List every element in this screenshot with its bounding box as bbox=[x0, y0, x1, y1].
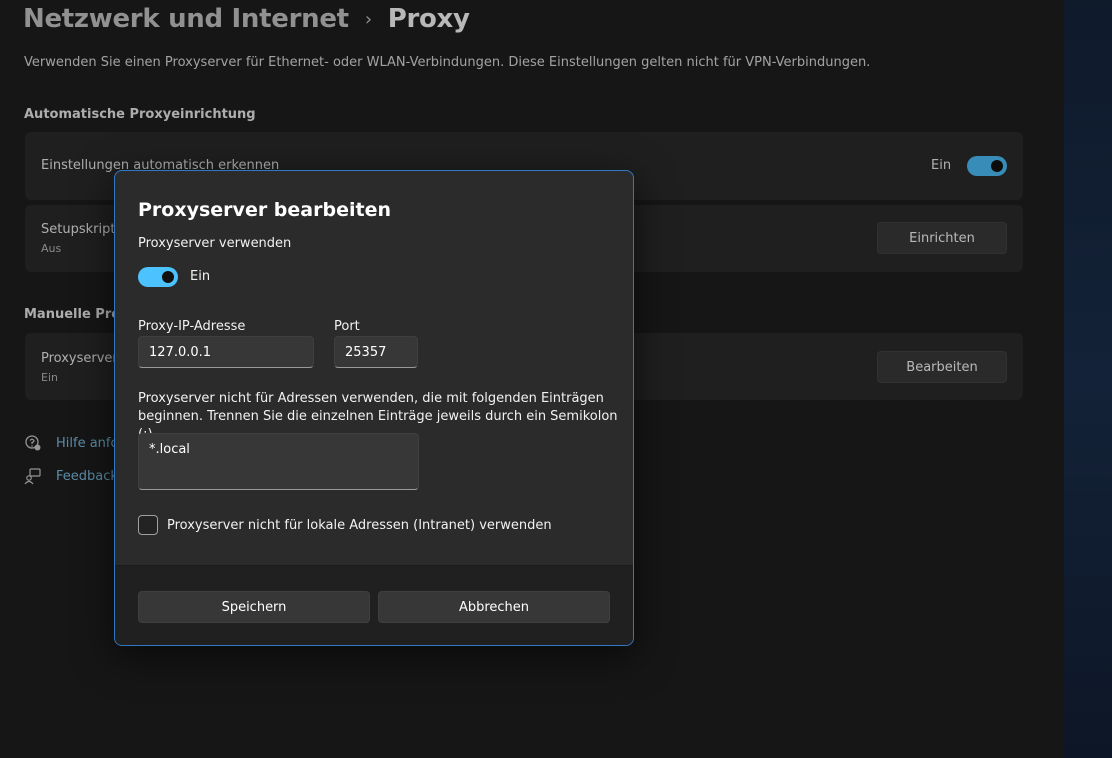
use-proxy-label: Proxyserver verwenden bbox=[138, 236, 292, 251]
port-label: Port bbox=[334, 319, 360, 334]
manual-proxy-status: Ein bbox=[41, 371, 58, 384]
toggle-knob bbox=[991, 160, 1003, 172]
use-proxy-state: Ein bbox=[190, 269, 211, 284]
setup-button[interactable]: Einrichten bbox=[877, 222, 1007, 254]
local-addresses-option[interactable]: Proxyserver nicht für lokale Adressen (I… bbox=[138, 515, 552, 535]
setup-script-status: Aus bbox=[41, 242, 62, 255]
cancel-button[interactable]: Abbrechen bbox=[378, 591, 610, 623]
dialog-title: Proxyserver bearbeiten bbox=[138, 199, 391, 221]
page-description: Verwenden Sie einen Proxyserver für Ethe… bbox=[24, 55, 871, 70]
local-addresses-label: Proxyserver nicht für lokale Adressen (I… bbox=[167, 517, 552, 533]
edit-proxy-dialog: Proxyserver bearbeiten Proxyserver verwe… bbox=[114, 170, 634, 646]
exceptions-input[interactable]: *.local bbox=[138, 433, 419, 490]
auto-section-title: Automatische Proxyeinrichtung bbox=[24, 107, 256, 122]
breadcrumb-parent[interactable]: Netzwerk und Internet bbox=[23, 4, 349, 34]
save-button[interactable]: Speichern bbox=[138, 591, 370, 623]
help-icon bbox=[24, 434, 42, 452]
ip-address-input[interactable]: 127.0.0.1 bbox=[138, 336, 314, 368]
breadcrumb: Netzwerk und Internet › Proxy bbox=[23, 0, 470, 38]
use-proxy-toggle[interactable] bbox=[138, 267, 178, 287]
chevron-right-icon: › bbox=[364, 8, 372, 30]
screen: Netzwerk und Internet › Proxy Verwenden … bbox=[0, 0, 1112, 758]
feedback-icon bbox=[24, 467, 42, 485]
page-title: Proxy bbox=[387, 4, 470, 34]
toggle-knob bbox=[162, 271, 174, 283]
auto-detect-state: Ein bbox=[931, 158, 952, 173]
local-addresses-checkbox[interactable] bbox=[138, 515, 158, 535]
edit-button[interactable]: Bearbeiten bbox=[877, 351, 1007, 383]
dialog-footer: Speichern Abbrechen bbox=[115, 565, 633, 645]
auto-detect-toggle[interactable] bbox=[967, 156, 1007, 176]
port-input[interactable]: 25357 bbox=[334, 336, 418, 368]
ip-address-label: Proxy-IP-Adresse bbox=[138, 319, 246, 334]
desktop-background bbox=[1064, 0, 1112, 758]
